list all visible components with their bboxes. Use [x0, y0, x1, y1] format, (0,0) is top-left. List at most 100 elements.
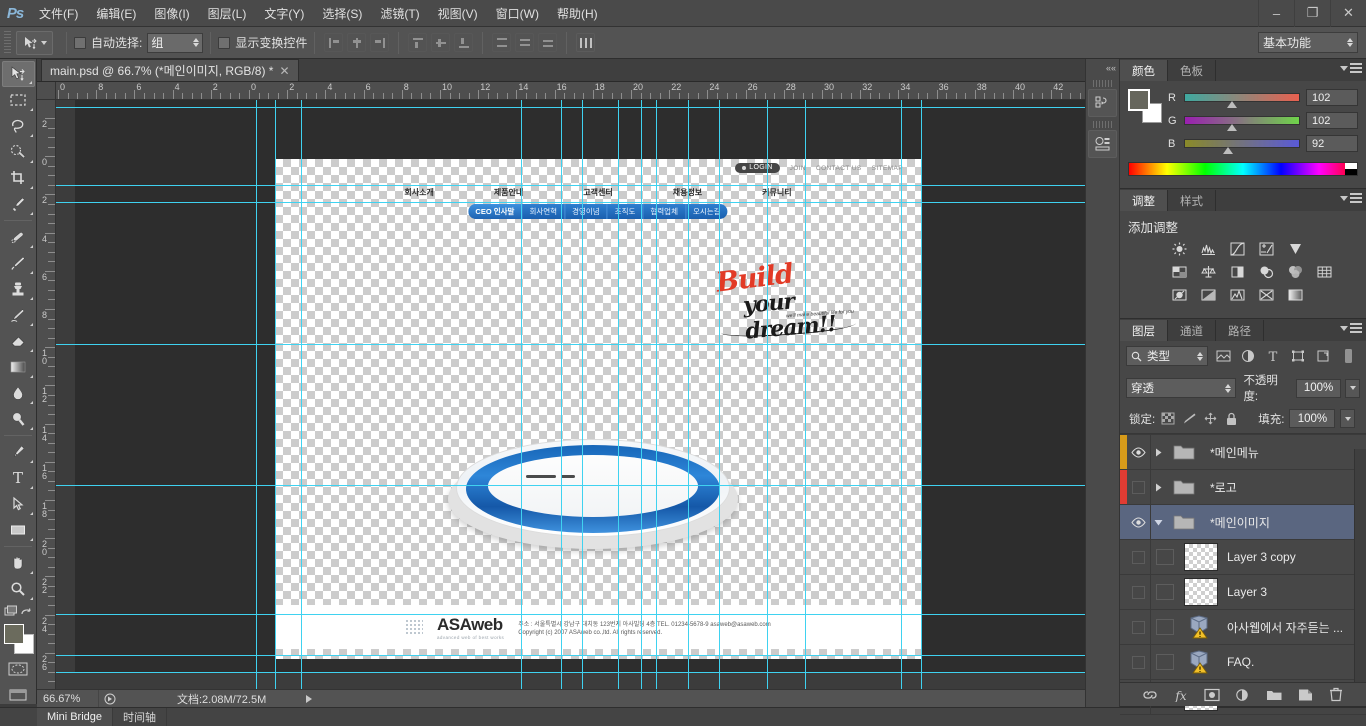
- brush-tool[interactable]: [2, 250, 35, 276]
- vertical-guide[interactable]: [561, 100, 562, 689]
- horizontal-guide[interactable]: [56, 655, 1085, 656]
- fill-slider-chevron-icon[interactable]: [1340, 409, 1356, 428]
- layer-style-fx-icon[interactable]: fx: [1173, 686, 1190, 703]
- horizontal-guide[interactable]: [56, 185, 1085, 186]
- move-tool[interactable]: [1, 61, 35, 87]
- layer-row[interactable]: *로고: [1120, 470, 1366, 505]
- rectangular-marquee-tool[interactable]: [2, 87, 35, 113]
- blue-channel-slider[interactable]: [1184, 139, 1300, 154]
- levels-icon[interactable]: [1199, 240, 1218, 258]
- new-layer-icon[interactable]: [1297, 686, 1314, 703]
- status-menu-arrow-icon[interactable]: [306, 694, 313, 703]
- clone-stamp-tool[interactable]: [2, 276, 35, 302]
- document-tab-main-psd[interactable]: main.psd @ 66.7% (*메인이미지, RGB/8) * ✕: [41, 59, 299, 81]
- eraser-tool[interactable]: [2, 328, 35, 354]
- layer-name[interactable]: *메인메뉴: [1210, 444, 1259, 461]
- gradient-map-icon[interactable]: [1286, 286, 1305, 304]
- layer-thumbnail[interactable]: [1184, 543, 1218, 571]
- vertical-guide[interactable]: [256, 100, 257, 689]
- distribute-vertical-centers-button[interactable]: [515, 33, 535, 52]
- blue-channel-value[interactable]: 92: [1306, 135, 1358, 152]
- menu-image[interactable]: 图像(I): [145, 0, 198, 27]
- close-icon[interactable]: ✕: [1330, 0, 1366, 27]
- vertical-guide[interactable]: [719, 100, 720, 689]
- hand-tool[interactable]: [2, 550, 35, 576]
- brightness-contrast-icon[interactable]: [1170, 240, 1189, 258]
- align-left-edges-button[interactable]: [324, 33, 344, 52]
- artboard[interactable]: LOGIN JOIN CONTACT US SITEMAP 회사소개 제품안내 …: [275, 159, 921, 659]
- layer-filter-spinner-icon[interactable]: [1197, 351, 1203, 361]
- zoom-tool[interactable]: [2, 576, 35, 602]
- filter-smart-objects-icon[interactable]: [1313, 347, 1333, 366]
- site-submenu-directions[interactable]: 오시는길: [686, 204, 728, 219]
- curves-icon[interactable]: [1228, 240, 1247, 258]
- opacity-slider-chevron-icon[interactable]: [1345, 378, 1361, 398]
- exposure-icon[interactable]: [1257, 240, 1276, 258]
- align-bottom-edges-button[interactable]: [454, 33, 474, 52]
- site-link-join[interactable]: JOIN: [790, 165, 806, 172]
- vertical-guide[interactable]: [582, 100, 583, 689]
- quick-mask-toggle[interactable]: [2, 658, 35, 680]
- horizontal-ruler[interactable]: 0 8 6 4 2 0 2 4 6 8 10 12 14 16 18 20 22 24 26 28 30 32 34 36 38…: [56, 82, 1085, 100]
- align-horizontal-centers-button[interactable]: [347, 33, 367, 52]
- fill-value[interactable]: 100%: [1289, 409, 1336, 428]
- layers-panel-menu-icon[interactable]: [1340, 323, 1362, 333]
- site-submenu-philosophy[interactable]: 경영이념: [565, 204, 608, 219]
- dodge-tool[interactable]: [2, 406, 35, 432]
- menu-edit[interactable]: 编辑(E): [87, 0, 145, 27]
- threshold-icon[interactable]: [1228, 286, 1247, 304]
- layer-name[interactable]: 아사웹에서 자주듣는 ...: [1227, 619, 1343, 636]
- filter-toggle-switch[interactable]: [1338, 347, 1358, 366]
- channel-mixer-icon[interactable]: [1286, 263, 1305, 281]
- menu-type[interactable]: 文字(Y): [255, 0, 313, 27]
- group-expand-chevron-icon[interactable]: [1151, 483, 1165, 492]
- layer-name[interactable]: FAQ.: [1227, 655, 1254, 669]
- tab-mini-bridge[interactable]: Mini Bridge: [37, 707, 114, 726]
- crop-tool[interactable]: [2, 165, 35, 191]
- layer-visibility-off-icon[interactable]: [1127, 645, 1151, 679]
- smart-object-warning-thumbnail[interactable]: [1184, 613, 1218, 641]
- vertical-guide[interactable]: [275, 100, 276, 689]
- new-adjustment-layer-icon[interactable]: [1235, 686, 1252, 703]
- vertical-guide[interactable]: [618, 100, 619, 689]
- adjustments-panel-menu-icon[interactable]: [1340, 193, 1362, 203]
- layer-row[interactable]: Layer 3 copy: [1120, 540, 1366, 575]
- layer-color-tag[interactable]: [1120, 645, 1127, 679]
- lock-position-icon[interactable]: [1202, 411, 1218, 427]
- canvas-area[interactable]: 0 8 6 4 2 0 2 4 6 8 10 12 14 16 18 20 22 24 26 28 30 32 34 36 38…: [37, 82, 1085, 689]
- color-panel-swatches[interactable]: [1128, 89, 1162, 123]
- layer-name[interactable]: *메인이미지: [1210, 514, 1270, 531]
- red-channel-slider[interactable]: [1184, 93, 1300, 108]
- current-tool-preset[interactable]: [16, 30, 53, 55]
- layer-color-tag[interactable]: [1120, 470, 1127, 504]
- history-panel-icon[interactable]: [1088, 89, 1117, 117]
- menu-window[interactable]: 窗口(W): [487, 0, 548, 27]
- horizontal-guide[interactable]: [56, 107, 1085, 108]
- spot-healing-brush-tool[interactable]: [2, 224, 35, 250]
- hue-saturation-icon[interactable]: [1170, 263, 1189, 281]
- horizontal-type-tool[interactable]: T: [2, 465, 35, 491]
- color-spectrum-bar[interactable]: [1128, 162, 1358, 176]
- delete-layer-icon[interactable]: [1328, 686, 1345, 703]
- layer-visibility-off-icon[interactable]: [1127, 610, 1151, 644]
- site-login-button[interactable]: LOGIN: [735, 163, 780, 173]
- quick-selection-tool[interactable]: [2, 139, 35, 165]
- layer-color-tag[interactable]: [1120, 540, 1127, 574]
- layer-mask-placeholder[interactable]: [1156, 584, 1174, 600]
- minimize-icon[interactable]: –: [1258, 0, 1294, 27]
- lock-all-icon[interactable]: [1223, 411, 1239, 427]
- pen-tool[interactable]: [2, 439, 35, 465]
- vertical-ruler[interactable]: 2 0 2 4 6 8 10 12 14 16 18 20 22 24 26: [37, 100, 56, 689]
- rectangle-shape-tool[interactable]: [2, 517, 35, 543]
- dock-group-handle-2[interactable]: [1093, 121, 1112, 128]
- layer-name[interactable]: Layer 3: [1227, 585, 1267, 599]
- align-vertical-centers-button[interactable]: [431, 33, 451, 52]
- link-layers-icon[interactable]: [1142, 686, 1159, 703]
- color-panel-foreground-swatch[interactable]: [1128, 89, 1150, 111]
- site-nav-company[interactable]: 회사소개: [404, 187, 433, 198]
- photo-filter-icon[interactable]: [1257, 263, 1276, 281]
- options-bar-grip[interactable]: [4, 30, 11, 55]
- group-expand-chevron-icon[interactable]: [1151, 448, 1165, 457]
- site-submenu-ceo-greeting[interactable]: CEO 인사말: [468, 204, 523, 219]
- green-channel-slider[interactable]: [1184, 116, 1300, 131]
